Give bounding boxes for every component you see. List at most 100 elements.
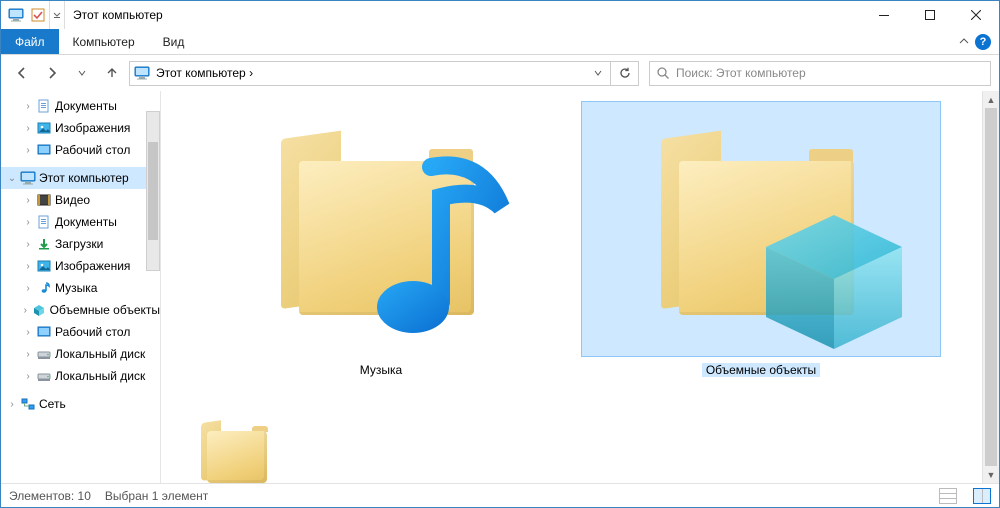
chevron-icon[interactable]: › bbox=[23, 327, 33, 338]
pc-icon bbox=[134, 66, 150, 80]
tree-item[interactable]: › Загрузки bbox=[1, 233, 160, 255]
title-bar: Этот компьютер bbox=[1, 1, 999, 29]
chevron-icon[interactable]: › bbox=[23, 239, 33, 250]
tree-item[interactable]: › Документы bbox=[1, 211, 160, 233]
chevron-icon[interactable]: › bbox=[23, 261, 33, 272]
tree-item[interactable]: › Локальный диск bbox=[1, 343, 160, 365]
address-dropdown-icon[interactable] bbox=[588, 68, 608, 78]
folder-icon bbox=[581, 101, 941, 357]
chevron-icon[interactable]: › bbox=[23, 123, 33, 134]
tree-item[interactable]: › Документы bbox=[1, 95, 160, 117]
pc-icon bbox=[7, 6, 25, 24]
tree-item-label: Рабочий стол bbox=[55, 143, 130, 157]
music-note-icon bbox=[361, 147, 521, 347]
folder-icon bbox=[201, 101, 561, 357]
tree-item-label: Документы bbox=[55, 99, 117, 113]
search-box[interactable]: Поиск: Этот компьютер bbox=[649, 61, 991, 86]
chevron-icon[interactable]: › bbox=[23, 217, 33, 228]
tree-item[interactable]: › Сеть bbox=[1, 393, 160, 415]
window-title: Этот компьютер bbox=[67, 8, 163, 22]
navigation-bar: Этот компьютер › Поиск: Этот компьютер bbox=[1, 55, 999, 91]
tree-item[interactable]: › Рабочий стол bbox=[1, 321, 160, 343]
refresh-button[interactable] bbox=[611, 61, 639, 86]
doc-icon bbox=[36, 98, 52, 114]
chevron-icon[interactable]: › bbox=[23, 283, 33, 294]
help-icon[interactable]: ? bbox=[975, 34, 991, 50]
chevron-icon[interactable]: › bbox=[23, 101, 33, 112]
tree-item-label: Локальный диск bbox=[55, 369, 145, 383]
tree-item-label: Объемные объекты bbox=[50, 303, 160, 317]
maximize-button[interactable] bbox=[907, 1, 953, 29]
chevron-icon[interactable]: › bbox=[23, 145, 33, 156]
pic-icon bbox=[36, 120, 52, 136]
ribbon-tabs: Файл Компьютер Вид ? bbox=[1, 29, 999, 55]
explorer-window: Этот компьютер Файл Компьютер Вид ? Этот… bbox=[0, 0, 1000, 508]
tree-item-label: Видео bbox=[55, 193, 90, 207]
tree-item-label: Этот компьютер bbox=[39, 171, 129, 185]
pic-icon bbox=[36, 258, 52, 274]
tree-item[interactable]: › Изображения bbox=[1, 255, 160, 277]
vertical-scrollbar[interactable]: ▲▼ bbox=[982, 91, 999, 483]
tree-item[interactable]: › Видео bbox=[1, 189, 160, 211]
desk-icon bbox=[36, 142, 52, 158]
doc-icon bbox=[36, 214, 52, 230]
quick-access-toolbar bbox=[1, 6, 47, 24]
tree-item[interactable]: › Изображения bbox=[1, 117, 160, 139]
sidebar-scrollbar[interactable] bbox=[146, 111, 160, 271]
cube-icon bbox=[757, 207, 912, 357]
tree-item-label: Сеть bbox=[39, 397, 66, 411]
item-label: Музыка bbox=[360, 363, 402, 377]
item-label: Объемные объекты bbox=[702, 363, 820, 377]
ribbon-expand-icon[interactable] bbox=[959, 37, 969, 47]
large-icons-view-button[interactable] bbox=[973, 488, 991, 504]
chevron-icon[interactable]: › bbox=[23, 371, 33, 382]
recent-dropdown[interactable] bbox=[69, 60, 95, 86]
pc-icon bbox=[20, 170, 36, 186]
video-icon bbox=[36, 192, 52, 208]
selection-info: Выбран 1 элемент bbox=[105, 489, 208, 503]
address-bar[interactable]: Этот компьютер › bbox=[129, 61, 611, 86]
folder-item-music[interactable]: Музыка bbox=[201, 101, 561, 377]
properties-icon[interactable] bbox=[29, 6, 47, 24]
drive-icon bbox=[36, 368, 52, 384]
items-view[interactable]: Музыка bbox=[161, 91, 999, 483]
tree-item[interactable]: › Рабочий стол bbox=[1, 139, 160, 161]
3d-icon bbox=[31, 302, 47, 318]
tree-item[interactable]: › Музыка bbox=[1, 277, 160, 299]
tab-computer[interactable]: Компьютер bbox=[59, 29, 149, 54]
tree-item-label: Локальный диск bbox=[55, 347, 145, 361]
tree-item-label: Документы bbox=[55, 215, 117, 229]
tree-item[interactable]: ⌄ Этот компьютер bbox=[1, 167, 160, 189]
details-view-button[interactable] bbox=[939, 488, 957, 504]
back-button[interactable] bbox=[9, 60, 35, 86]
tree-item[interactable]: › Локальный диск bbox=[1, 365, 160, 387]
dl-icon bbox=[36, 236, 52, 252]
chevron-icon[interactable]: › bbox=[23, 195, 33, 206]
chevron-icon[interactable]: › bbox=[23, 349, 33, 360]
tree-item-label: Рабочий стол bbox=[55, 325, 130, 339]
forward-button[interactable] bbox=[39, 60, 65, 86]
item-count: Элементов: 10 bbox=[9, 489, 91, 503]
tree-item[interactable]: › Объемные объекты bbox=[1, 299, 160, 321]
close-button[interactable] bbox=[953, 1, 999, 29]
folder-item-3d-objects[interactable]: Объемные объекты bbox=[581, 101, 941, 377]
tab-file[interactable]: Файл bbox=[1, 29, 59, 54]
folder-item-partial[interactable] bbox=[201, 423, 271, 483]
status-bar: Элементов: 10 Выбран 1 элемент bbox=[1, 483, 999, 507]
tree-item-label: Изображения bbox=[55, 121, 130, 135]
net-icon bbox=[20, 396, 36, 412]
up-button[interactable] bbox=[99, 60, 125, 86]
tree-item-label: Музыка bbox=[55, 281, 97, 295]
search-placeholder: Поиск: Этот компьютер bbox=[676, 66, 806, 80]
chevron-icon[interactable]: › bbox=[23, 305, 28, 316]
window-controls bbox=[861, 1, 999, 29]
qat-dropdown[interactable] bbox=[49, 1, 65, 29]
minimize-button[interactable] bbox=[861, 1, 907, 29]
tree-item-label: Загрузки bbox=[55, 237, 103, 251]
tab-view[interactable]: Вид bbox=[149, 29, 199, 54]
chevron-icon[interactable]: ⌄ bbox=[7, 173, 17, 184]
music-icon bbox=[36, 280, 52, 296]
navigation-pane: › Документы › Изображения › Рабочий стол ⌄ Этот… bbox=[1, 91, 161, 483]
chevron-icon[interactable]: › bbox=[7, 399, 17, 410]
tree-item-label: Изображения bbox=[55, 259, 130, 273]
